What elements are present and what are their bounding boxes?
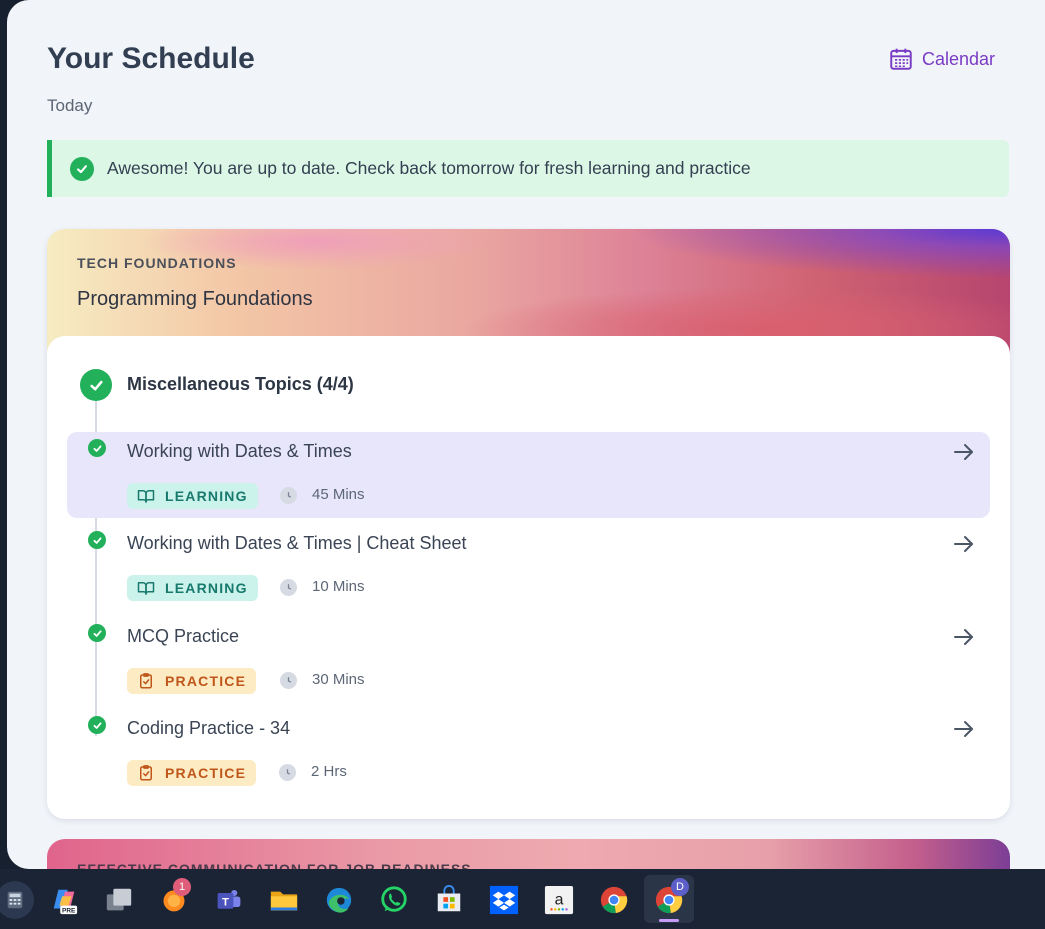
course-body: Miscellaneous Topics (4/4) Working with … [47,336,1010,819]
edge-icon[interactable] [323,884,355,916]
clock-icon [280,672,297,689]
check-circle-icon [88,716,106,734]
module-title: Miscellaneous Topics (4/4) [127,374,354,394]
copilot-badge: PRE [62,908,76,915]
tag-label: PRACTICE [165,765,247,781]
teams-icon[interactable]: T [213,884,245,916]
calendar-link[interactable]: Calendar [888,46,995,72]
chrome-profile-badge: D [671,878,689,896]
practice-tag: PRACTICE [127,760,257,786]
chrome-icon[interactable] [598,884,630,916]
item-title[interactable]: Working with Dates & Times | Cheat Sheet [127,533,467,554]
up-to-date-banner: Awesome! You are up to date. Check back … [47,140,1009,197]
schedule-item-4[interactable]: Coding Practice - 34 PRACTICE 2 Hrs [67,709,990,795]
clipboard-check-icon [140,765,152,781]
tag-label: LEARNING [165,488,248,504]
tag-label: PRACTICE [165,673,247,689]
module-complete-icon [80,369,112,401]
item-duration: 10 Mins [312,578,365,595]
banner-message: Awesome! You are up to date. Check back … [107,158,751,178]
book-open-icon [137,490,155,503]
check-circle-icon [88,439,106,457]
arrow-right-icon[interactable] [952,440,976,464]
calendar-icon [890,48,912,70]
firefox-badge: 1 [173,878,191,896]
dropbox-icon[interactable] [488,884,520,916]
task-view-icon[interactable] [103,884,135,916]
amazon-icon[interactable]: a [543,884,575,916]
page-subtitle: Today [47,96,93,115]
item-duration: 45 Mins [312,486,365,503]
active-app-indicator [659,919,679,922]
practice-tag: PRACTICE [127,668,257,694]
clock-icon [279,764,296,781]
course-category: TECH FOUNDATIONS [77,255,237,271]
copilot-icon[interactable]: PRE [48,884,80,916]
course-card: TECH FOUNDATIONS Programming Foundations… [47,229,1010,819]
learning-tag: LEARNING [127,575,258,601]
item-duration: 2 Hrs [311,763,347,780]
clock-icon [280,579,297,596]
clock-icon [280,487,297,504]
item-duration: 30 Mins [312,671,365,688]
schedule-page: Your Schedule Today Calendar Awesome! Yo… [7,0,1045,869]
schedule-item-2[interactable]: Working with Dates & Times | Cheat Sheet… [67,524,990,610]
whatsapp-icon[interactable] [378,884,410,916]
check-circle-icon [70,156,94,181]
arrow-right-icon[interactable] [952,532,976,556]
next-course-category: EFFECTIVE COMMUNICATION FOR JOB READINES… [77,861,472,869]
page-title: Your Schedule [47,42,255,75]
svg-text:T: T [222,896,229,908]
check-circle-icon [88,531,106,549]
learning-tag: LEARNING [127,483,258,509]
item-title[interactable]: MCQ Practice [127,626,239,647]
schedule-item-3[interactable]: MCQ Practice PRACTICE 30 Mins [67,617,990,703]
course-name: Programming Foundations [77,288,313,310]
tag-label: LEARNING [165,580,248,596]
check-circle-icon [88,624,106,642]
item-title[interactable]: Working with Dates & Times [127,441,352,462]
next-course-card[interactable]: EFFECTIVE COMMUNICATION FOR JOB READINES… [47,839,1010,869]
clipboard-check-icon [140,673,152,689]
item-title[interactable]: Coding Practice - 34 [127,718,290,739]
svg-text:a: a [555,892,564,909]
calendar-label[interactable]: Calendar [922,49,995,70]
book-open-icon [137,582,155,595]
taskbar: PRE 1 T a D [0,869,1045,929]
file-explorer-icon[interactable] [268,884,300,916]
schedule-item-1[interactable]: Working with Dates & Times LEARNING 45 M… [67,432,990,518]
arrow-right-icon[interactable] [952,625,976,649]
microsoft-store-icon[interactable] [433,884,465,916]
calculator-icon[interactable] [0,881,34,919]
arrow-right-icon[interactable] [952,717,976,741]
